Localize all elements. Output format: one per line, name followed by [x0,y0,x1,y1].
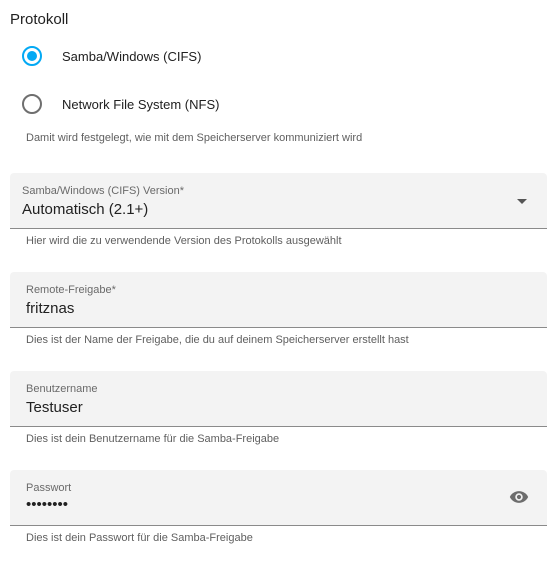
username-label: Benutzername [26,383,98,395]
dropdown-arrow-icon[interactable] [517,199,527,204]
share-field[interactable]: Remote-Freigabe* fritznas [10,272,547,328]
username-input-value[interactable]: Testuser [26,399,83,416]
version-helper-text: Hier wird die zu verwendende Version des… [26,235,342,247]
share-input-value[interactable]: fritznas [26,300,74,317]
radio-button-cifs[interactable] [22,46,42,66]
version-label: Samba/Windows (CIFS) Version* [22,185,184,197]
version-select[interactable]: Samba/Windows (CIFS) Version* Automatisc… [10,173,547,229]
radio-label-cifs: Samba/Windows (CIFS) [62,48,202,64]
eye-icon[interactable] [509,490,529,504]
share-label: Remote-Freigabe* [26,284,116,296]
radio-button-nfs[interactable] [22,94,42,114]
radio-option-cifs[interactable]: Samba/Windows (CIFS) [22,46,201,66]
password-helper-text: Dies ist dein Passwort für die Samba-Fre… [26,532,253,544]
password-label: Passwort [26,482,72,494]
protocol-helper-text: Damit wird festgelegt, wie mit dem Speic… [26,132,363,144]
password-field[interactable]: Passwort •••••••• [10,470,547,526]
protocol-title: Protokoll [10,11,69,28]
username-helper-text: Dies ist dein Benutzername für die Samba… [26,433,280,445]
username-field[interactable]: Benutzername Testuser [10,371,547,427]
share-helper-text: Dies ist der Name der Freigabe, die du a… [26,334,409,346]
radio-label-nfs: Network File System (NFS) [62,96,220,112]
version-value: Automatisch (2.1+) [22,201,149,218]
password-input-value[interactable]: •••••••• [26,496,68,513]
radio-option-nfs[interactable]: Network File System (NFS) [22,94,219,114]
